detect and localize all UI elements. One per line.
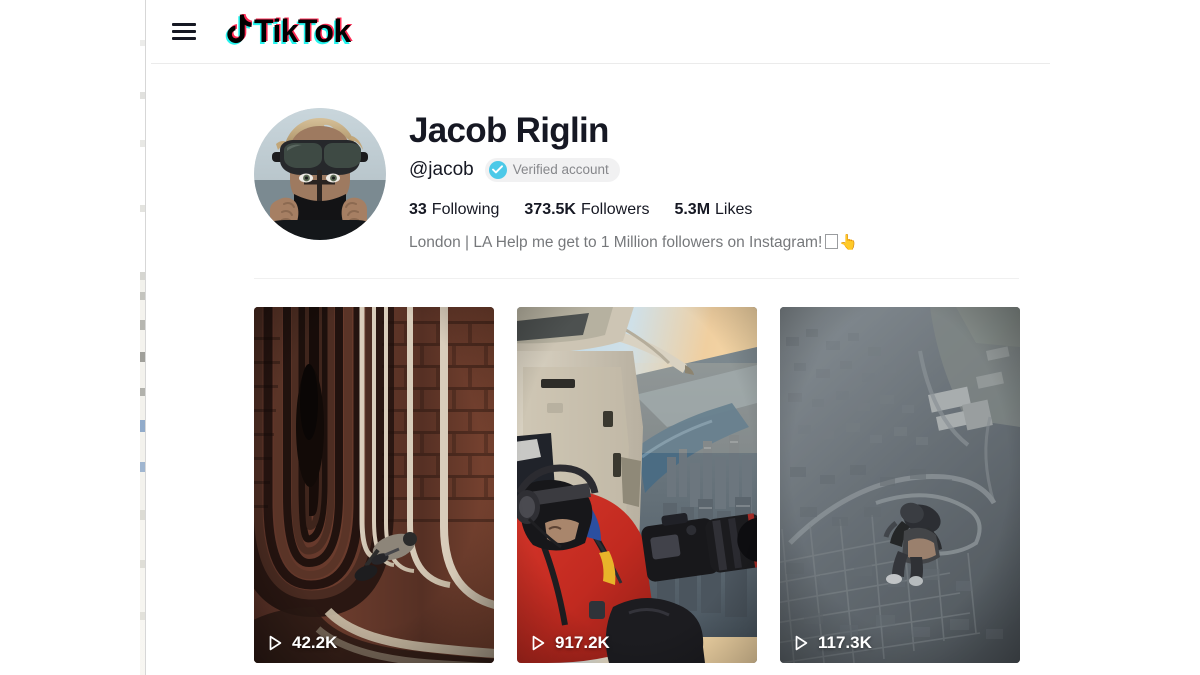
following-label: Following — [431, 200, 500, 218]
profile-bio: London | LA Help me get to 1 Million fol… — [409, 233, 1020, 254]
verified-check-icon — [488, 160, 507, 179]
stat-following: 33 Following — [409, 201, 499, 219]
following-count: 33 — [409, 200, 427, 218]
play-triangle-icon — [530, 635, 546, 651]
tiktok-wordmark: TikTok TikTok TikTok — [253, 13, 353, 49]
play-triangle-icon — [793, 635, 809, 651]
video-meta-3: 117.3K — [793, 634, 872, 651]
menu-bar-top — [172, 23, 196, 26]
status-badge: Verified account — [484, 157, 620, 182]
profile-stats: 33 Following 373.5K Followers 5.3M Likes — [409, 201, 1020, 219]
profile-handle: @jacob — [409, 159, 474, 181]
tiktok-logo[interactable]: TikTok TikTok TikTok — [222, 11, 353, 51]
background-sliver-edge — [145, 0, 146, 675]
likes-count: 5.3M — [674, 200, 711, 218]
followers-count: 373.5K — [524, 200, 576, 218]
profile-header: Jacob Riglin @jacob Verified account 33 … — [254, 108, 1020, 254]
site-header: TikTok TikTok TikTok — [151, 0, 1050, 64]
video-card-3[interactable]: 117.3K — [780, 307, 1020, 663]
video-card-2[interactable]: 917.2K — [517, 307, 757, 663]
verified-label: Verified account — [512, 161, 609, 177]
video-grid: 42.2K 917.2K 117.3K — [254, 307, 1020, 663]
divider — [254, 278, 1019, 279]
likes-label: Likes — [715, 200, 753, 218]
video-thumbnail-2 — [517, 307, 757, 663]
menu-bar-middle — [172, 30, 196, 33]
handle-row: @jacob Verified account — [409, 157, 1020, 182]
video-thumbnail-1 — [254, 307, 494, 663]
stat-likes: 5.3M Likes — [674, 201, 752, 219]
profile-text-block: Jacob Riglin @jacob Verified account 33 … — [409, 108, 1020, 254]
missing-glyph-box — [825, 233, 839, 249]
followers-label: Followers — [580, 200, 650, 218]
background-page-sliver — [0, 0, 146, 675]
menu-bar-bottom — [172, 37, 196, 40]
wordmark-text: TikTok — [254, 13, 351, 49]
video-card-1[interactable]: 42.2K — [254, 307, 494, 663]
music-note-icon — [222, 14, 252, 48]
main-content-area: TikTok TikTok TikTok Jacob Riglin @jacob… — [151, 0, 1200, 675]
video-meta-1: 42.2K — [267, 634, 337, 651]
hamburger-menu-icon[interactable] — [169, 16, 199, 46]
page-title: Jacob Riglin — [409, 111, 609, 150]
stat-followers: 373.5K Followers — [524, 201, 649, 219]
profile-top-row: Jacob Riglin @jacob Verified account 33 … — [254, 108, 1020, 254]
view-count: 917.2K — [555, 633, 610, 652]
tiktok-profile-page: TikTok TikTok TikTok Jacob Riglin @jacob… — [0, 0, 1200, 675]
play-triangle-icon — [267, 635, 283, 651]
view-count: 42.2K — [292, 633, 338, 652]
video-meta-2: 917.2K — [530, 634, 610, 651]
video-thumbnail-3 — [780, 307, 1020, 663]
avatar[interactable] — [254, 108, 386, 240]
bio-text: London | LA Help me get to 1 Million fol… — [409, 233, 823, 251]
pointing-up-emoji: 👆 — [839, 233, 858, 251]
view-count: 117.3K — [818, 633, 872, 652]
